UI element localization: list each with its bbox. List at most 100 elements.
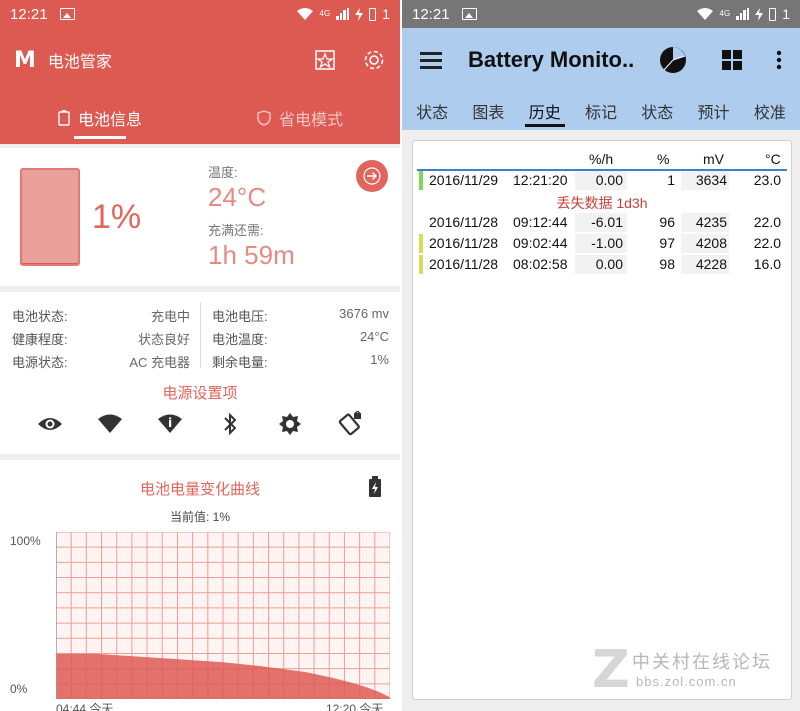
- tab-estimate[interactable]: 预计: [685, 92, 741, 130]
- rate-star-icon[interactable]: [314, 49, 336, 71]
- battery-temp-value: 24°C: [359, 329, 389, 344]
- row-temp: 22.0: [753, 235, 781, 251]
- battery-status-icon: [369, 7, 377, 21]
- watermark-logo-icon: Z: [592, 640, 630, 700]
- history-header-row: %/h % mV °C: [417, 149, 787, 171]
- power-settings-row: [0, 410, 400, 438]
- image-notification-icon: [461, 8, 477, 20]
- tab-label: 状态: [416, 105, 449, 122]
- battery-level-chart: [56, 532, 390, 699]
- power-settings-title: 电源设置项: [162, 385, 238, 402]
- battery-charge-icon[interactable]: [368, 476, 382, 498]
- tab-label: 图表: [472, 105, 505, 122]
- remaining-label: 剩余电量:: [212, 355, 268, 370]
- battery-info-icon: [58, 110, 70, 126]
- temp-header: °C: [765, 151, 781, 167]
- battery-level-graphic: [20, 168, 80, 266]
- row-percent: 97: [659, 235, 675, 251]
- row-rate: 0.00: [595, 172, 623, 188]
- wifi-icon[interactable]: [96, 410, 124, 438]
- tab-status[interactable]: 状态: [404, 92, 460, 130]
- row-percent: 98: [659, 256, 675, 272]
- voltage-value: 3676 mv: [339, 306, 389, 321]
- data-signal-icon[interactable]: [156, 410, 184, 438]
- power-source-label: 电源状态:: [12, 355, 68, 370]
- row-rate: -6.01: [591, 214, 623, 230]
- chart-current-value: 当前值: 1%: [169, 510, 230, 524]
- image-notification-icon: [59, 8, 75, 20]
- settings-gear-icon[interactable]: [362, 48, 386, 72]
- battery-temp-label: 电池温度:: [212, 332, 268, 347]
- pie-chart-icon[interactable]: [658, 45, 688, 75]
- bluetooth-icon[interactable]: [216, 410, 244, 438]
- status-bar: 12:21 4G 1: [0, 0, 400, 28]
- battery-status-icon: [769, 7, 777, 21]
- tab-markers[interactable]: 标记: [573, 92, 629, 130]
- percent-header: %: [657, 151, 670, 167]
- charging-icon: [755, 7, 764, 21]
- lost-data-label: 丢失数据 1d3h: [556, 195, 648, 211]
- shield-icon: [257, 110, 271, 126]
- tab-label: 历史: [528, 105, 561, 122]
- tab-calibrate[interactable]: 校准: [742, 92, 798, 130]
- app-logo-icon: M: [14, 47, 36, 73]
- row-time: 12:21:20: [513, 172, 568, 188]
- tab-label: 电池信息: [77, 112, 142, 129]
- tab-graph[interactable]: 图表: [460, 92, 516, 130]
- battery-percent: 1%: [92, 198, 142, 236]
- lost-data-row: 丢失数据 1d3h: [417, 191, 787, 212]
- table-row[interactable]: 2016/11/29 12:21:20 0.00 1 3634 23.0: [417, 170, 787, 191]
- battery-status-label: 电池状态:: [12, 309, 68, 324]
- battery-summary-card: 1% 温度: 24°C 充满还需: 1h 59m: [0, 148, 400, 286]
- app-title: 电池管家: [47, 54, 112, 71]
- brightness-icon[interactable]: [276, 410, 304, 438]
- main-tabs: 电池信息 省电模式: [0, 92, 400, 144]
- row-marker: [419, 234, 423, 253]
- active-tab-indicator: [524, 124, 565, 127]
- grid-view-icon[interactable]: [722, 50, 742, 70]
- status-time: 12:21: [10, 5, 48, 23]
- tab-label: 标记: [584, 105, 617, 122]
- network-type: 4G: [719, 9, 731, 18]
- y-axis-max-label: 100%: [10, 534, 41, 548]
- tab-history[interactable]: 历史: [517, 92, 573, 130]
- row-date: 2016/11/28: [429, 214, 499, 230]
- row-percent: 1: [667, 172, 675, 188]
- eye-icon[interactable]: [36, 410, 64, 438]
- health-label: 健康程度:: [12, 332, 68, 347]
- row-time: 08:02:58: [513, 256, 568, 272]
- table-row[interactable]: 2016/11/28 08:02:58 0.00 98 4228 16.0: [417, 254, 787, 275]
- active-tab-indicator: [74, 136, 126, 139]
- menu-icon[interactable]: [420, 51, 442, 69]
- tab-label: 校准: [753, 105, 786, 122]
- rotation-lock-icon[interactable]: [336, 410, 364, 438]
- tab-label: 预计: [697, 105, 730, 122]
- battery-monitor-screen: 12:21 4G 1 Battery Monito.. 状态 图表 历史 标记 …: [402, 0, 800, 711]
- time-to-full-value: 1h 59m: [208, 240, 295, 270]
- column-divider: [200, 302, 201, 368]
- tab-label: 省电模式: [278, 112, 343, 129]
- row-date: 2016/11/28: [429, 235, 499, 251]
- row-temp: 23.0: [753, 172, 781, 188]
- network-type: 4G: [319, 9, 331, 18]
- tab-battery-info[interactable]: 电池信息: [0, 92, 200, 144]
- tab-power-saving[interactable]: 省电模式: [200, 92, 400, 144]
- row-voltage: 4235: [695, 214, 727, 230]
- battery-level-text: 1: [382, 6, 390, 22]
- app-bar: M 电池管家: [0, 28, 400, 92]
- x-axis-end-label: 12:20 今天: [326, 702, 384, 711]
- more-options-icon[interactable]: [776, 50, 782, 70]
- table-row[interactable]: 2016/11/28 09:02:44 -1.00 97 4208 22.0: [417, 233, 787, 254]
- arrow-right-icon: [363, 167, 381, 185]
- battery-status-value: 充电中: [150, 309, 190, 324]
- row-time: 09:12:44: [513, 214, 568, 230]
- tab-status-2[interactable]: 状态: [629, 92, 685, 130]
- watermark-text: 中关村在线论坛: [632, 652, 772, 672]
- table-row[interactable]: 2016/11/28 09:12:44 -6.01 96 4235 22.0: [417, 212, 787, 233]
- row-marker: [419, 255, 423, 274]
- time-to-full-label: 充满还需:: [208, 223, 264, 238]
- history-card: %/h % mV °C 2016/11/29 12:21:20 0.00 1 3…: [412, 140, 792, 700]
- details-arrow-button[interactable]: [356, 160, 388, 192]
- row-voltage: 3634: [695, 172, 727, 188]
- app-title: Battery Monito..: [468, 47, 634, 72]
